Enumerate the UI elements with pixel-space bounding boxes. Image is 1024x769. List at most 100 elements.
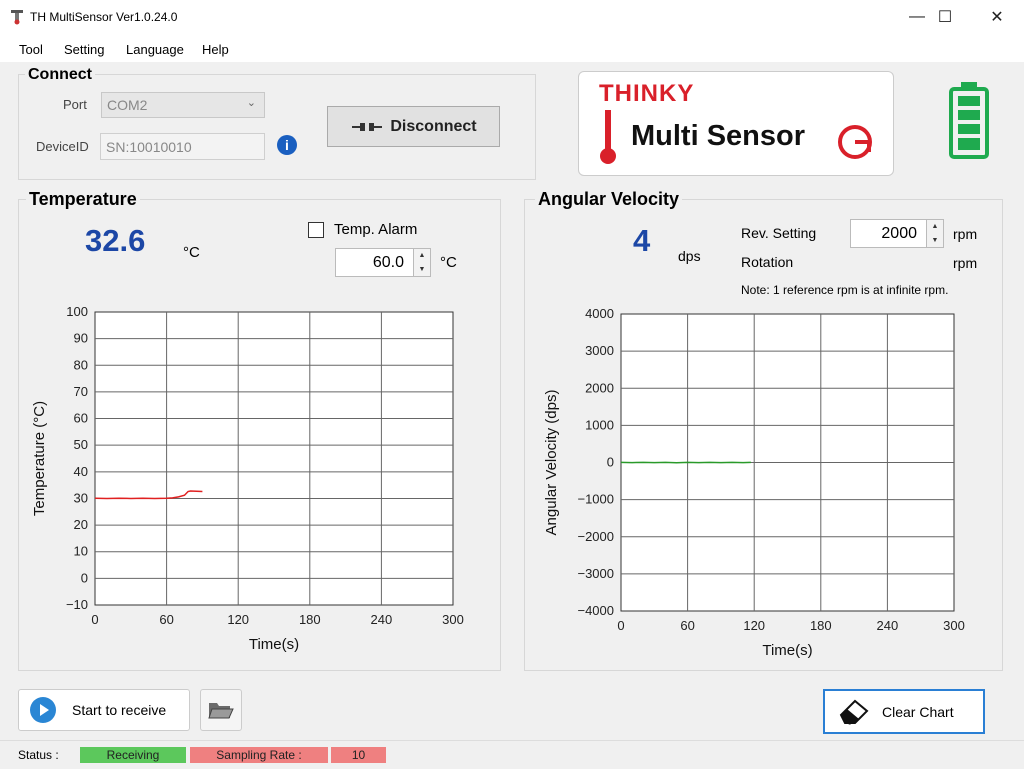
x-tick-label: 240 xyxy=(877,618,899,633)
rotation-unit: rpm xyxy=(953,255,977,271)
spin-up-icon[interactable]: ▲ xyxy=(927,220,943,234)
x-tick-label: 300 xyxy=(442,612,464,627)
svg-text:i: i xyxy=(285,137,289,153)
y-tick-label: 2000 xyxy=(585,380,614,395)
x-tick-label: 180 xyxy=(299,612,321,627)
y-tick-label: −1000 xyxy=(577,492,614,507)
disconnect-label: Disconnect xyxy=(390,118,476,136)
temperature-chart: 060120180240300−100102030405060708090100… xyxy=(26,300,476,665)
disconnect-button[interactable]: Disconnect xyxy=(327,106,500,147)
connect-title: Connect xyxy=(25,66,95,84)
rotation-label: Rotation xyxy=(741,254,793,270)
battery-icon xyxy=(947,80,991,160)
logo-product: Multi Sensor xyxy=(631,120,805,153)
menu-tool[interactable]: Tool xyxy=(19,42,43,57)
y-tick-label: −3000 xyxy=(577,566,614,581)
folder-open-icon xyxy=(208,699,234,721)
port-select[interactable]: COM2 ⌄ xyxy=(101,92,265,118)
y-tick-label: 4000 xyxy=(585,306,614,321)
y-axis-label: Temperature (°C) xyxy=(31,401,48,516)
x-tick-label: 300 xyxy=(943,618,965,633)
y-tick-label: 90 xyxy=(74,331,88,346)
angular-title: Angular Velocity xyxy=(535,189,682,210)
y-tick-label: 30 xyxy=(74,490,88,505)
temp-alarm-label: Temp. Alarm xyxy=(334,221,417,238)
temperature-unit: °C xyxy=(183,244,200,261)
menu-bar: Tool Setting Language Help xyxy=(0,38,1024,60)
temperature-value: 32.6 xyxy=(85,223,145,259)
sampling-rate-label-box: Sampling Rate : xyxy=(190,747,328,763)
y-tick-label: 3000 xyxy=(585,343,614,358)
y-tick-label: 80 xyxy=(74,357,88,372)
port-label: Port xyxy=(63,97,87,112)
menu-setting[interactable]: Setting xyxy=(64,42,104,57)
y-tick-label: −4000 xyxy=(577,603,614,618)
temp-alarm-value: 60.0 xyxy=(373,254,404,272)
start-receive-button[interactable]: Start to receive xyxy=(18,689,190,731)
spin-down-icon[interactable]: ▼ xyxy=(414,263,430,277)
y-tick-label: 20 xyxy=(74,517,88,532)
open-folder-button[interactable] xyxy=(200,689,242,731)
x-tick-label: 60 xyxy=(680,618,694,633)
x-axis-label: Time(s) xyxy=(762,642,812,659)
logo-brand: THINKY xyxy=(599,80,694,108)
y-tick-label: 50 xyxy=(74,437,88,452)
info-icon[interactable]: i xyxy=(276,134,298,156)
y-tick-label: −10 xyxy=(66,597,88,612)
menu-help[interactable]: Help xyxy=(202,42,229,57)
spin-up-icon[interactable]: ▲ xyxy=(414,249,430,263)
title-bar: TH MultiSensor Ver1.0.24.0 — ☐ ✕ xyxy=(0,0,1024,34)
status-state-text: Receiving xyxy=(107,748,160,762)
sampling-rate-value: 10 xyxy=(352,748,365,762)
thinky-logo: THINKY Multi Sensor xyxy=(578,71,894,176)
y-tick-label: 100 xyxy=(66,304,88,319)
device-id-field: SN:10010010 xyxy=(100,133,265,160)
clear-chart-button[interactable]: Clear Chart xyxy=(823,689,985,734)
x-tick-label: 120 xyxy=(227,612,249,627)
x-tick-label: 120 xyxy=(743,618,765,633)
rev-setting-unit: rpm xyxy=(953,226,977,242)
rotation-note: Note: 1 reference rpm is at infinite rpm… xyxy=(741,283,948,297)
y-tick-label: 70 xyxy=(74,384,88,399)
y-tick-label: −2000 xyxy=(577,529,614,544)
status-label: Status : xyxy=(18,748,59,762)
y-tick-label: 40 xyxy=(74,464,88,479)
status-state-badge: Receiving xyxy=(80,747,186,763)
port-value: COM2 xyxy=(107,97,147,113)
close-button[interactable]: ✕ xyxy=(974,0,1020,34)
angular-chart: 060120180240300−4000−3000−2000−100001000… xyxy=(530,300,990,665)
chevron-down-icon: ⌄ xyxy=(247,96,256,109)
x-axis-label: Time(s) xyxy=(249,636,299,653)
x-tick-label: 60 xyxy=(159,612,173,627)
y-axis-label: Angular Velocity (dps) xyxy=(543,390,560,536)
x-tick-label: 0 xyxy=(617,618,624,633)
x-tick-label: 240 xyxy=(371,612,393,627)
menu-language[interactable]: Language xyxy=(126,42,184,57)
play-icon xyxy=(29,696,57,724)
spin-down-icon[interactable]: ▼ xyxy=(927,234,943,248)
angular-unit: dps xyxy=(678,248,701,264)
temp-alarm-stepper[interactable]: 60.0 ▲▼ xyxy=(335,248,431,277)
x-tick-label: 180 xyxy=(810,618,832,633)
temp-alarm-checkbox[interactable] xyxy=(308,222,324,238)
sampling-rate-label: Sampling Rate : xyxy=(216,748,301,762)
device-id-value: SN:10010010 xyxy=(106,139,192,155)
x-tick-label: 0 xyxy=(91,612,98,627)
maximize-button[interactable]: ☐ xyxy=(922,0,968,34)
eraser-icon xyxy=(837,699,871,725)
start-receive-label: Start to receive xyxy=(72,702,166,718)
logo-mark-icon xyxy=(835,122,875,162)
temp-alarm-unit: °C xyxy=(440,254,457,271)
app-icon xyxy=(10,9,24,25)
device-id-label: DeviceID xyxy=(36,139,89,154)
rev-setting-label: Rev. Setting xyxy=(741,225,816,241)
y-tick-label: 10 xyxy=(74,544,88,559)
y-tick-label: 60 xyxy=(74,411,88,426)
clear-chart-label: Clear Chart xyxy=(882,704,954,720)
y-tick-label: 1000 xyxy=(585,417,614,432)
rev-setting-value: 2000 xyxy=(881,225,917,243)
thermometer-icon xyxy=(597,110,619,166)
sampling-rate-value-box: 10 xyxy=(331,747,386,763)
rev-setting-stepper[interactable]: 2000 ▲▼ xyxy=(850,219,944,248)
y-tick-label: 0 xyxy=(81,570,88,585)
